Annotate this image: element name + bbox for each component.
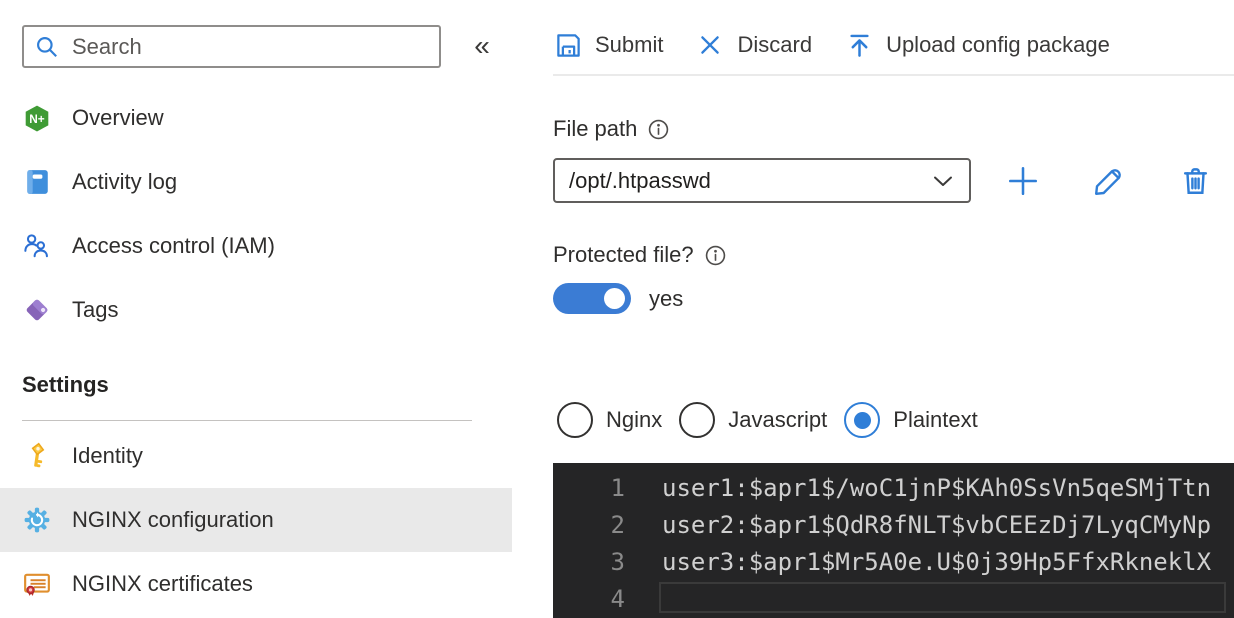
submit-button[interactable]: Submit [553,30,663,60]
access-control-icon [22,231,52,261]
info-icon[interactable] [704,244,727,267]
submit-label: Submit [595,32,664,57]
line-text: user2:$apr1$QdR8fNLT$vbCEEzDj7LyqCMyNp [662,510,1212,539]
radio-plaintext[interactable]: Plaintext [844,402,978,438]
nginx-configuration-page: « N+ Overview [0,0,1234,618]
editor-line-current: 4 [553,580,1234,617]
nginx-plus-icon: N+ [22,103,52,133]
upload-config-package-button[interactable]: Upload config package [844,30,1110,60]
settings-section-header: Settings [22,372,109,397]
line-text: user3:$apr1$Mr5A0e.U$0j39Hp5FfxRkneklX [662,547,1212,576]
radio-label: Plaintext [893,407,978,432]
close-icon [695,30,725,60]
protected-file-label-row: Protected file? [553,242,727,268]
toggle-knob [604,288,625,309]
sidebar-item-overview[interactable]: N+ Overview [0,86,512,150]
editor-line: 3 user3:$apr1$Mr5A0e.U$0j39Hp5FfxRkneklX [553,543,1234,580]
sidebar-item-nginx-configuration[interactable]: NGINX configuration [0,488,512,552]
edit-file-button[interactable] [1091,163,1127,199]
chevron-down-icon [931,169,955,193]
sidebar-item-identity[interactable]: Identity [0,424,512,488]
discard-label: Discard [737,32,813,57]
radio-circle [679,402,716,438]
file-actions [1005,158,1213,203]
line-text: user1:$apr1$/woC1jnP$KAh0SsVn5qeSMjTtn [662,473,1212,502]
radio-label: Javascript [728,407,828,432]
tag-icon [22,295,52,325]
sidebar: « N+ Overview [0,0,512,618]
file-path-label-row: File path [553,116,670,142]
radio-circle [844,402,881,438]
line-number: 2 [610,510,625,539]
radio-javascript[interactable]: Javascript [679,402,827,438]
sidebar-item-activity-log[interactable]: Activity log [0,150,512,214]
protected-file-toggle-row: yes [553,283,683,314]
config-code-editor[interactable]: 1 user1:$apr1$/woC1jnP$KAh0SsVn5qeSMjTtn… [553,463,1234,618]
toggle-state-label: yes [649,285,684,311]
line-number: 1 [610,473,625,502]
info-icon[interactable] [647,118,670,141]
settings-nav: Identity NGINX configuration NGINX certi… [0,424,512,616]
certificate-icon [22,569,52,599]
file-path-value: /opt/.htpasswd [569,167,711,193]
search-input[interactable] [72,33,429,60]
protected-file-label: Protected file? [553,242,694,267]
search-box[interactable] [22,25,441,68]
editor-line: 2 user2:$apr1$QdR8fNLT$vbCEEzDj7LyqCMyNp [553,506,1234,543]
sidebar-item-label: Access control (IAM) [72,233,275,258]
discard-button[interactable]: Discard [695,30,812,60]
line-number: 4 [610,584,625,613]
sidebar-item-label: Identity [72,443,143,468]
sidebar-item-access-control[interactable]: Access control (IAM) [0,214,512,278]
sidebar-item-label: Activity log [72,169,178,194]
command-bar: Submit Discard Upload config package [553,26,1142,64]
file-path-label: File path [553,116,638,141]
activity-log-icon [22,167,52,197]
file-path-dropdown[interactable]: /opt/.htpasswd [553,158,971,203]
sidebar-item-tags[interactable]: Tags [0,278,512,342]
svg-text:N+: N+ [29,112,45,126]
line-number: 3 [610,547,625,576]
gear-icon [22,505,52,535]
sidebar-item-label: Overview [72,105,164,130]
editor-line: 1 user1:$apr1$/woC1jnP$KAh0SsVn5qeSMjTtn [553,469,1234,506]
sidebar-item-nginx-certificates[interactable]: NGINX certificates [0,552,512,616]
current-line-highlight [659,582,1226,613]
radio-nginx[interactable]: Nginx [557,402,662,438]
upload-icon [844,30,874,60]
collapse-sidebar-button[interactable]: « [464,28,500,64]
radio-label: Nginx [606,407,663,432]
save-icon [553,30,583,60]
search-icon [34,34,60,60]
key-icon [22,441,52,471]
settings-divider [22,420,472,421]
toolbar-divider [553,74,1234,76]
syntax-radio-group: Nginx Javascript Plaintext [557,399,995,441]
add-file-button[interactable] [1005,163,1041,199]
protected-file-toggle[interactable] [553,283,631,314]
sidebar-item-label: NGINX configuration [72,507,274,532]
sidebar-nav: N+ Overview Activity log Access control … [0,86,512,342]
main-content: Submit Discard Upload config package Fil… [553,0,1234,618]
sidebar-item-label: Tags [72,297,119,322]
sidebar-item-label: NGINX certificates [72,571,253,596]
delete-file-button[interactable] [1177,163,1213,199]
upload-label: Upload config package [886,32,1110,57]
radio-circle [557,402,593,438]
